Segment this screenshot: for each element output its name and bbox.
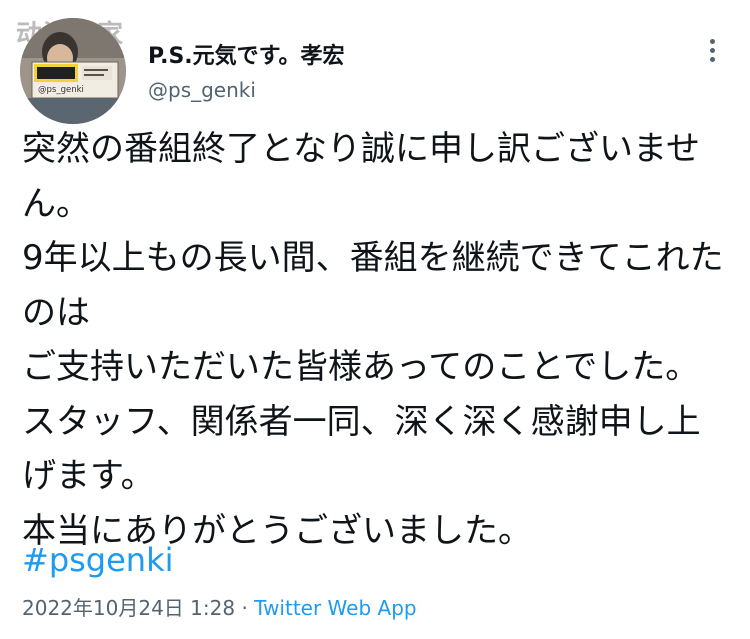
tweet-source-link[interactable]: Twitter Web App	[254, 596, 416, 620]
tweet-card: @ps_genki P.S.元気です。孝宏 @ps_genki 突然の番組終了と…	[0, 0, 750, 639]
tweet-text: 突然の番組終了となり誠に申し訳ございませ ん。 9年以上もの長い間、番組を継続で…	[22, 122, 734, 558]
tweet-text-line: げます。	[22, 456, 155, 496]
tweet-text-line: 9年以上もの長い間、番組を継続できてこれた	[22, 238, 724, 278]
tweet-text-line: 突然の番組終了となり誠に申し訳ございませ	[22, 129, 700, 169]
tweet-text-line: のは	[22, 292, 90, 333]
tweet-text-line: ご支持いただいた皆様あってのことでした。	[22, 347, 700, 387]
more-dot-icon	[709, 38, 715, 44]
author-handle[interactable]: @ps_genki	[148, 78, 256, 102]
tweet-text-line: スタッフ、関係者一同、深く深く感謝申し上	[22, 401, 701, 442]
more-dot-icon	[709, 47, 715, 53]
more-dot-icon	[709, 56, 715, 62]
meta-separator: ·	[241, 596, 248, 620]
more-options-icon[interactable]	[698, 34, 726, 66]
avatar-sign-text: @ps_genki	[38, 85, 84, 95]
author-display-name[interactable]: P.S.元気です。孝宏	[148, 38, 344, 70]
avatar[interactable]: @ps_genki	[20, 18, 126, 124]
tweet-text-line: ん。	[22, 183, 90, 224]
avatar-image: @ps_genki	[20, 18, 126, 124]
tweet-timestamp[interactable]: 2022年10月24日 1:28	[22, 596, 235, 620]
tweet-metadata: 2022年10月24日 1:28 · Twitter Web App	[22, 592, 417, 621]
hashtag-link[interactable]: #psgenki	[22, 538, 174, 582]
